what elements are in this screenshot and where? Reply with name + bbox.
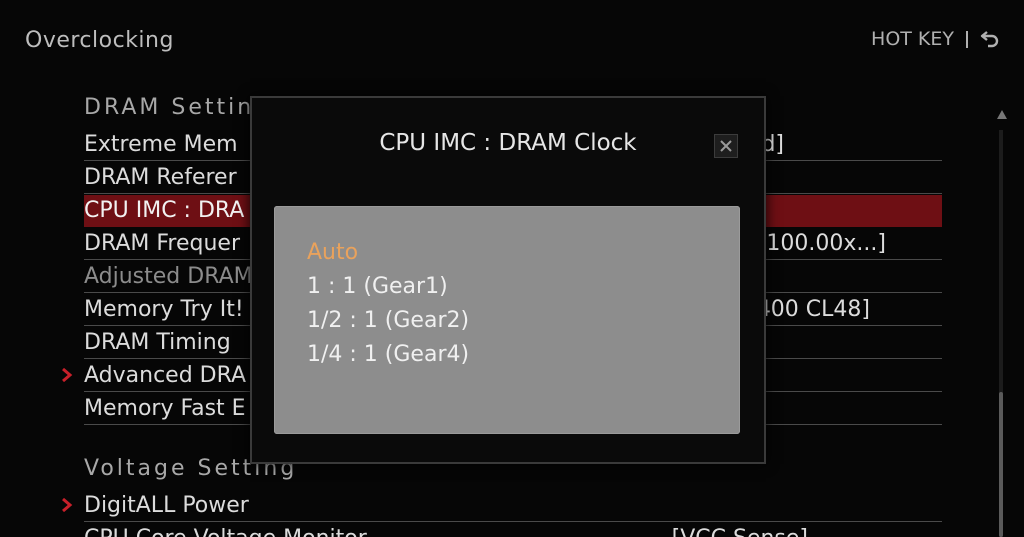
scrollbar[interactable] — [994, 110, 1010, 537]
option-gear2[interactable]: 1/2 : 1 (Gear2) — [307, 308, 469, 334]
row-value: [VCC Sense] — [672, 523, 808, 537]
row-label: CPU Core Voltage Monitor — [84, 526, 367, 537]
row-label: Advanced DRA — [84, 363, 247, 388]
option-gear4[interactable]: 1/4 : 1 (Gear4) — [307, 342, 469, 368]
hotkey-separator — [966, 30, 968, 48]
menu-row-cpu-core-voltage-monitor[interactable]: CPU Core Voltage Monitor [VCC Sense] — [84, 523, 942, 537]
option-dialog: CPU IMC : DRAM Clock Auto 1 : 1 (Gear1) … — [250, 96, 766, 464]
submenu-arrow-icon — [62, 498, 73, 512]
dialog-title: CPU IMC : DRAM Clock — [379, 130, 637, 156]
row-label: Adjusted DRAM — [84, 264, 253, 289]
close-icon[interactable] — [714, 134, 738, 158]
scroll-up-icon[interactable] — [997, 110, 1007, 119]
hotkey-bar: HOT KEY — [871, 28, 1000, 50]
option-gear1[interactable]: 1 : 1 (Gear1) — [307, 274, 448, 300]
row-label: DRAM Referer — [84, 165, 237, 190]
page-title: Overclocking — [25, 28, 174, 53]
row-value: x100.00x...] — [753, 231, 886, 256]
section-title-dram: DRAM Setting — [84, 95, 272, 120]
row-label: Memory Fast E — [84, 396, 246, 421]
scroll-track[interactable] — [999, 130, 1003, 537]
row-value: 400 CL48] — [756, 297, 870, 322]
row-label: Memory Try It! — [84, 297, 244, 322]
options-list: Auto 1 : 1 (Gear1) 1/2 : 1 (Gear2) 1/4 :… — [274, 206, 740, 434]
back-arrow-icon[interactable] — [980, 30, 1000, 48]
row-label: DigitALL Power — [84, 493, 249, 518]
row-label: Extreme Mem — [84, 132, 238, 157]
menu-row-digitall-power[interactable]: DigitALL Power — [62, 490, 942, 522]
hotkey-button[interactable]: HOT KEY — [871, 28, 954, 50]
bios-screen: Overclocking HOT KEY DRAM Setting Voltag… — [0, 0, 1024, 537]
submenu-arrow-icon — [62, 368, 73, 382]
row-label: DRAM Timing — [84, 330, 231, 355]
option-auto[interactable]: Auto — [307, 240, 358, 266]
row-label: DRAM Frequer — [84, 231, 240, 256]
scroll-thumb[interactable] — [999, 392, 1003, 537]
row-label: CPU IMC : DRA — [84, 198, 245, 223]
